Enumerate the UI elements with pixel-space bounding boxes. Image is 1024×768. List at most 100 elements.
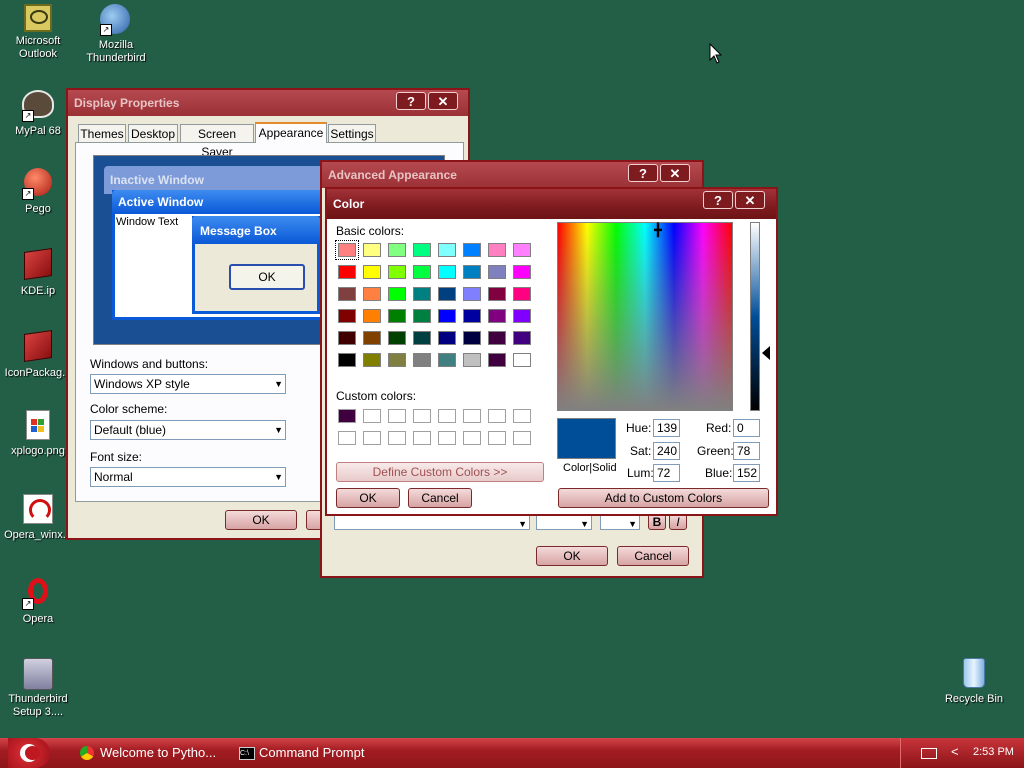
color-ok-button[interactable]: OK (336, 488, 400, 508)
basic-color-swatch[interactable] (413, 287, 431, 301)
custom-color-swatch[interactable] (338, 431, 356, 445)
advanced-font-color-select[interactable]: ▼ (600, 514, 640, 530)
basic-color-swatch[interactable] (463, 265, 481, 279)
desktop-icon-xplogo[interactable]: xplogo.png (0, 410, 76, 458)
basic-color-swatch[interactable] (388, 243, 406, 257)
basic-color-swatch[interactable] (388, 265, 406, 279)
basic-color-swatch[interactable] (488, 331, 506, 345)
advanced-size-select[interactable]: ▼ (536, 514, 592, 530)
desktop-icon-outlook[interactable]: Microsoft Outlook (0, 4, 76, 61)
basic-color-swatch[interactable] (463, 287, 481, 301)
basic-color-swatch[interactable] (488, 265, 506, 279)
desktop-icon-kde[interactable]: KDE.ip (0, 248, 76, 298)
tab-appearance[interactable]: Appearance (255, 122, 327, 143)
basic-color-swatch[interactable] (513, 309, 531, 323)
basic-color-swatch[interactable] (413, 243, 431, 257)
desktop-icon-thunderbird-setup[interactable]: Thunderbird Setup 3.... (0, 658, 76, 719)
tab-screen-saver[interactable]: Screen Saver (180, 124, 254, 159)
basic-color-swatch[interactable] (413, 309, 431, 323)
custom-color-swatch[interactable] (388, 409, 406, 423)
tab-themes[interactable]: Themes (78, 124, 126, 142)
basic-color-swatch[interactable] (513, 353, 531, 367)
custom-color-swatch[interactable] (488, 431, 506, 445)
basic-color-swatch[interactable] (363, 243, 381, 257)
add-to-custom-colors-button[interactable]: Add to Custom Colors (558, 488, 769, 508)
basic-color-swatch[interactable] (438, 243, 456, 257)
custom-color-swatch[interactable] (413, 409, 431, 423)
basic-color-swatch[interactable] (413, 331, 431, 345)
basic-color-swatch[interactable] (338, 287, 356, 301)
help-button[interactable]: ? (703, 191, 733, 209)
basic-color-swatch[interactable] (388, 309, 406, 323)
keyboard-icon[interactable] (921, 748, 937, 759)
basic-color-swatch[interactable] (413, 353, 431, 367)
font-size-select[interactable]: Normal ▼ (90, 467, 286, 487)
luminance-bar[interactable] (750, 222, 760, 411)
advanced-ok-button[interactable]: OK (536, 546, 608, 566)
red-input[interactable]: 0 (733, 419, 760, 437)
basic-color-swatch[interactable] (335, 240, 359, 260)
clock[interactable]: 2:53 PM (973, 746, 1014, 758)
basic-color-swatch[interactable] (438, 287, 456, 301)
basic-color-swatch[interactable] (488, 353, 506, 367)
custom-color-swatch[interactable] (388, 431, 406, 445)
advanced-cancel-button[interactable]: Cancel (617, 546, 689, 566)
basic-color-swatch[interactable] (363, 287, 381, 301)
basic-color-swatch[interactable] (488, 309, 506, 323)
lum-input[interactable]: 72 (653, 464, 680, 482)
desktop-icon-iconpackager[interactable]: IconPackag... (0, 330, 76, 380)
custom-color-swatch[interactable] (463, 431, 481, 445)
tab-settings[interactable]: Settings (328, 124, 376, 142)
custom-color-swatch[interactable] (463, 409, 481, 423)
hue-input[interactable]: 139 (653, 419, 680, 437)
basic-color-swatch[interactable] (438, 309, 456, 323)
luminance-slider-arrow-icon[interactable] (762, 346, 770, 360)
advanced-font-select[interactable]: ▼ (334, 514, 530, 530)
basic-color-swatch[interactable] (513, 243, 531, 257)
desktop-icon-pego[interactable]: ↗ Pego (0, 168, 76, 216)
color-cancel-button[interactable]: Cancel (408, 488, 472, 508)
custom-color-swatch[interactable] (413, 431, 431, 445)
basic-color-swatch[interactable] (513, 265, 531, 279)
custom-color-swatch[interactable] (438, 431, 456, 445)
basic-color-swatch[interactable] (438, 331, 456, 345)
basic-color-swatch[interactable] (463, 309, 481, 323)
color-scheme-select[interactable]: Default (blue) ▼ (90, 420, 286, 440)
basic-color-swatch[interactable] (363, 331, 381, 345)
help-button[interactable]: ? (628, 164, 658, 182)
help-button[interactable]: ? (396, 92, 426, 110)
basic-color-swatch[interactable] (363, 353, 381, 367)
green-input[interactable]: 78 (733, 442, 760, 460)
close-button[interactable]: ✕ (735, 191, 765, 209)
basic-color-swatch[interactable] (463, 331, 481, 345)
blue-input[interactable]: 152 (733, 464, 760, 482)
custom-color-swatch[interactable] (438, 409, 456, 423)
basic-color-swatch[interactable] (413, 265, 431, 279)
spectrum-crosshair-icon[interactable]: ╋ (651, 224, 665, 236)
basic-color-swatch[interactable] (488, 287, 506, 301)
close-button[interactable]: ✕ (428, 92, 458, 110)
windows-buttons-select[interactable]: Windows XP style ▼ (90, 374, 286, 394)
basic-color-swatch[interactable] (513, 287, 531, 301)
italic-button[interactable]: I (669, 514, 687, 530)
basic-color-swatch[interactable] (388, 331, 406, 345)
basic-color-swatch[interactable] (388, 353, 406, 367)
desktop-icon-recycle-bin[interactable]: Recycle Bin (936, 658, 1012, 706)
basic-color-swatch[interactable] (438, 353, 456, 367)
custom-color-swatch[interactable] (338, 409, 356, 423)
custom-color-swatch[interactable] (513, 409, 531, 423)
desktop-icon-thunderbird[interactable]: ↗ Mozilla Thunderbird (78, 4, 154, 65)
basic-color-swatch[interactable] (513, 331, 531, 345)
basic-color-swatch[interactable] (488, 243, 506, 257)
close-button[interactable]: ✕ (660, 164, 690, 182)
custom-color-swatch[interactable] (488, 409, 506, 423)
define-custom-colors-button[interactable]: Define Custom Colors >> (336, 462, 544, 482)
display-ok-button[interactable]: OK (225, 510, 297, 530)
desktop-icon-opera[interactable]: ↗ Opera (0, 576, 76, 626)
basic-color-swatch[interactable] (388, 287, 406, 301)
custom-color-swatch[interactable] (513, 431, 531, 445)
basic-color-swatch[interactable] (338, 309, 356, 323)
desktop-icon-mypal[interactable]: ↗ MyPal 68 (0, 86, 76, 138)
tray-expand-chevron-icon[interactable]: < (951, 744, 959, 759)
basic-color-swatch[interactable] (463, 243, 481, 257)
